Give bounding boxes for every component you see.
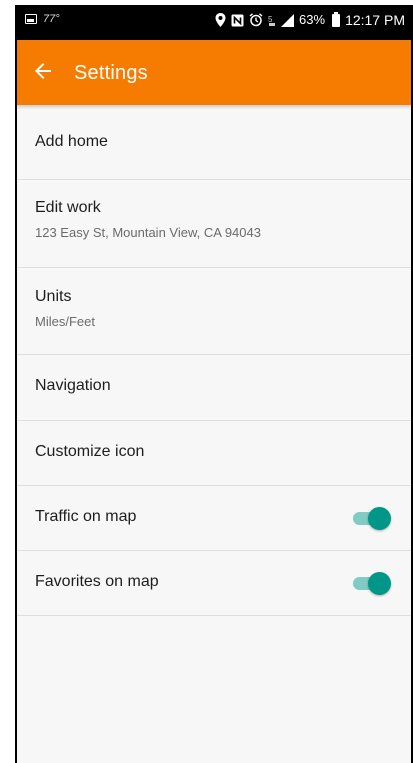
setting-subtitle: 123 Easy St, Mountain View, CA 94043 xyxy=(35,225,261,240)
nfc-icon xyxy=(231,14,244,26)
setting-title: Navigation xyxy=(35,377,111,394)
setting-title: Add home xyxy=(35,133,108,150)
gallery-icon xyxy=(25,14,37,24)
page-title: Settings xyxy=(74,62,148,84)
setting-customize-icon[interactable]: Customize icon xyxy=(17,421,411,486)
status-bar-right: 5 63% 12:17 PM xyxy=(215,11,405,28)
app-bar: Settings xyxy=(17,40,411,105)
battery-icon xyxy=(332,11,341,27)
phone-screen: 77° 5 63% 12:17 PM Settings Add home Edi… xyxy=(17,5,411,763)
setting-title: Edit work xyxy=(35,199,101,216)
time-text: 12:17 PM xyxy=(345,12,405,28)
setting-title: Favorites on map xyxy=(35,573,159,590)
setting-navigation[interactable]: Navigation xyxy=(17,355,411,421)
setting-add-home[interactable]: Add home xyxy=(17,115,411,180)
location-icon xyxy=(215,13,226,27)
svg-text:5: 5 xyxy=(268,15,273,24)
battery-text: 63% xyxy=(299,12,326,27)
setting-traffic-on-map[interactable]: Traffic on map xyxy=(17,486,411,551)
sim-icon: 5 xyxy=(268,15,276,26)
arrow-back-icon[interactable] xyxy=(31,59,55,83)
status-bar: 77° 5 63% 12:17 PM xyxy=(17,5,411,40)
toggle-thumb xyxy=(368,507,391,530)
setting-title: Units xyxy=(35,288,72,305)
setting-title: Traffic on map xyxy=(35,508,137,525)
status-bar-left: 77° xyxy=(25,13,60,25)
setting-subtitle: Miles/Feet xyxy=(35,314,95,329)
favorites-toggle[interactable] xyxy=(351,571,391,595)
setting-units[interactable]: Units Miles/Feet xyxy=(17,268,411,355)
temperature-text: 77° xyxy=(43,13,60,25)
setting-title: Customize icon xyxy=(35,443,145,460)
signal-icon xyxy=(281,13,295,27)
setting-edit-work[interactable]: Edit work 123 Easy St, Mountain View, CA… xyxy=(17,180,411,268)
toggle-thumb xyxy=(368,572,391,595)
alarm-icon xyxy=(249,13,263,27)
traffic-toggle[interactable] xyxy=(351,506,391,530)
settings-list: Add home Edit work 123 Easy St, Mountain… xyxy=(17,115,411,616)
setting-favorites-on-map[interactable]: Favorites on map xyxy=(17,551,411,616)
